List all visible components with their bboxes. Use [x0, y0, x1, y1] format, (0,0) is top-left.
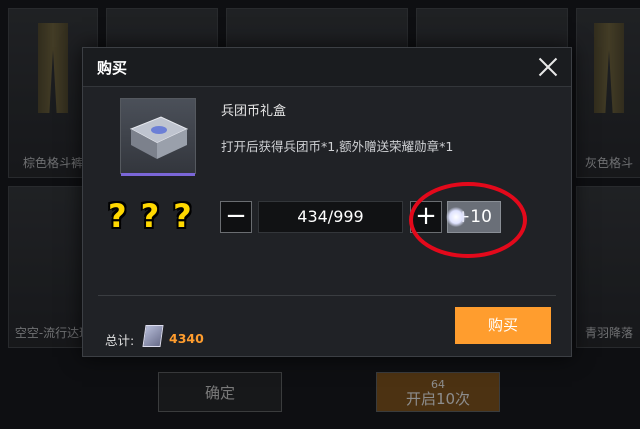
item-name: 兵团币礼盒: [221, 104, 287, 119]
total-value: 4340: [169, 331, 204, 346]
total-label: 总计:: [105, 333, 135, 348]
rarity-bar: [121, 173, 195, 176]
token-icon: [142, 325, 164, 347]
item-description: 打开后获得兵团币*1,额外赠送荣耀勋章*1: [221, 139, 454, 154]
buy-button[interactable]: 购买: [455, 307, 551, 344]
highlight-circle: [409, 182, 527, 258]
divider: [98, 295, 556, 296]
question-marks: ???: [108, 197, 206, 235]
decrease-button[interactable]: −: [220, 201, 252, 233]
close-icon[interactable]: [535, 54, 561, 80]
gift-box-icon: [129, 116, 189, 159]
dialog-header: 购买: [83, 48, 571, 87]
quantity-field[interactable]: 434/999: [258, 201, 403, 233]
dialog-title: 购买: [97, 59, 128, 77]
item-icon: [120, 98, 196, 176]
